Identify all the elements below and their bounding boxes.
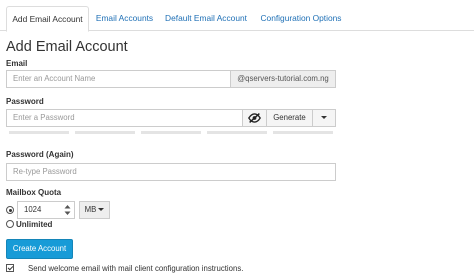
email-domain-addon: @qservers-tutorial.com.ng: [230, 70, 336, 88]
quota-unlimited-radio[interactable]: [6, 220, 14, 228]
generate-password-button[interactable]: Generate: [266, 109, 313, 127]
strength-segment: [273, 131, 333, 134]
page-title: Add Email Account: [6, 39, 128, 55]
email-account-input[interactable]: Enter an Account Name: [6, 70, 231, 88]
strength-segment: [207, 131, 267, 134]
quota-limited-radio[interactable]: [6, 206, 14, 214]
generate-options-dropdown[interactable]: [312, 109, 336, 127]
tab-add-email-account[interactable]: Add Email Account: [6, 6, 89, 32]
toggle-password-visibility-button[interactable]: [242, 109, 267, 127]
quota-unit-label: MB: [84, 205, 97, 214]
tab-configuration-options[interactable]: Configuration Options: [256, 6, 346, 31]
stepper-arrows-icon: [64, 205, 71, 215]
password-label: Password: [6, 97, 44, 106]
welcome-email-label: Send welcome email with mail client conf…: [28, 264, 244, 273]
unlimited-label: Unlimited: [16, 220, 53, 229]
welcome-email-checkbox[interactable]: [6, 264, 14, 272]
caret-down-icon: [321, 116, 327, 120]
tab-default-email-account[interactable]: Default Email Account: [162, 6, 250, 31]
password-again-label: Password (Again): [6, 150, 74, 159]
tab-email-accounts[interactable]: Email Accounts: [93, 6, 156, 31]
create-account-button[interactable]: Create Account: [6, 239, 73, 259]
tab-bar: Add Email Account Email Accounts Default…: [0, 0, 474, 32]
quota-unit-dropdown[interactable]: MB: [79, 201, 110, 219]
strength-segment: [9, 131, 69, 134]
quota-stepper[interactable]: [63, 203, 72, 217]
strength-segment: [75, 131, 135, 134]
email-label: Email: [6, 59, 28, 68]
password-input[interactable]: Enter a Password: [6, 109, 243, 127]
password-confirm-input[interactable]: Re-type Password: [6, 163, 336, 181]
strength-segment: [141, 131, 201, 134]
caret-down-icon: [98, 208, 105, 212]
eye-slash-icon: [248, 112, 261, 124]
mailbox-quota-label: Mailbox Quota: [6, 188, 62, 197]
